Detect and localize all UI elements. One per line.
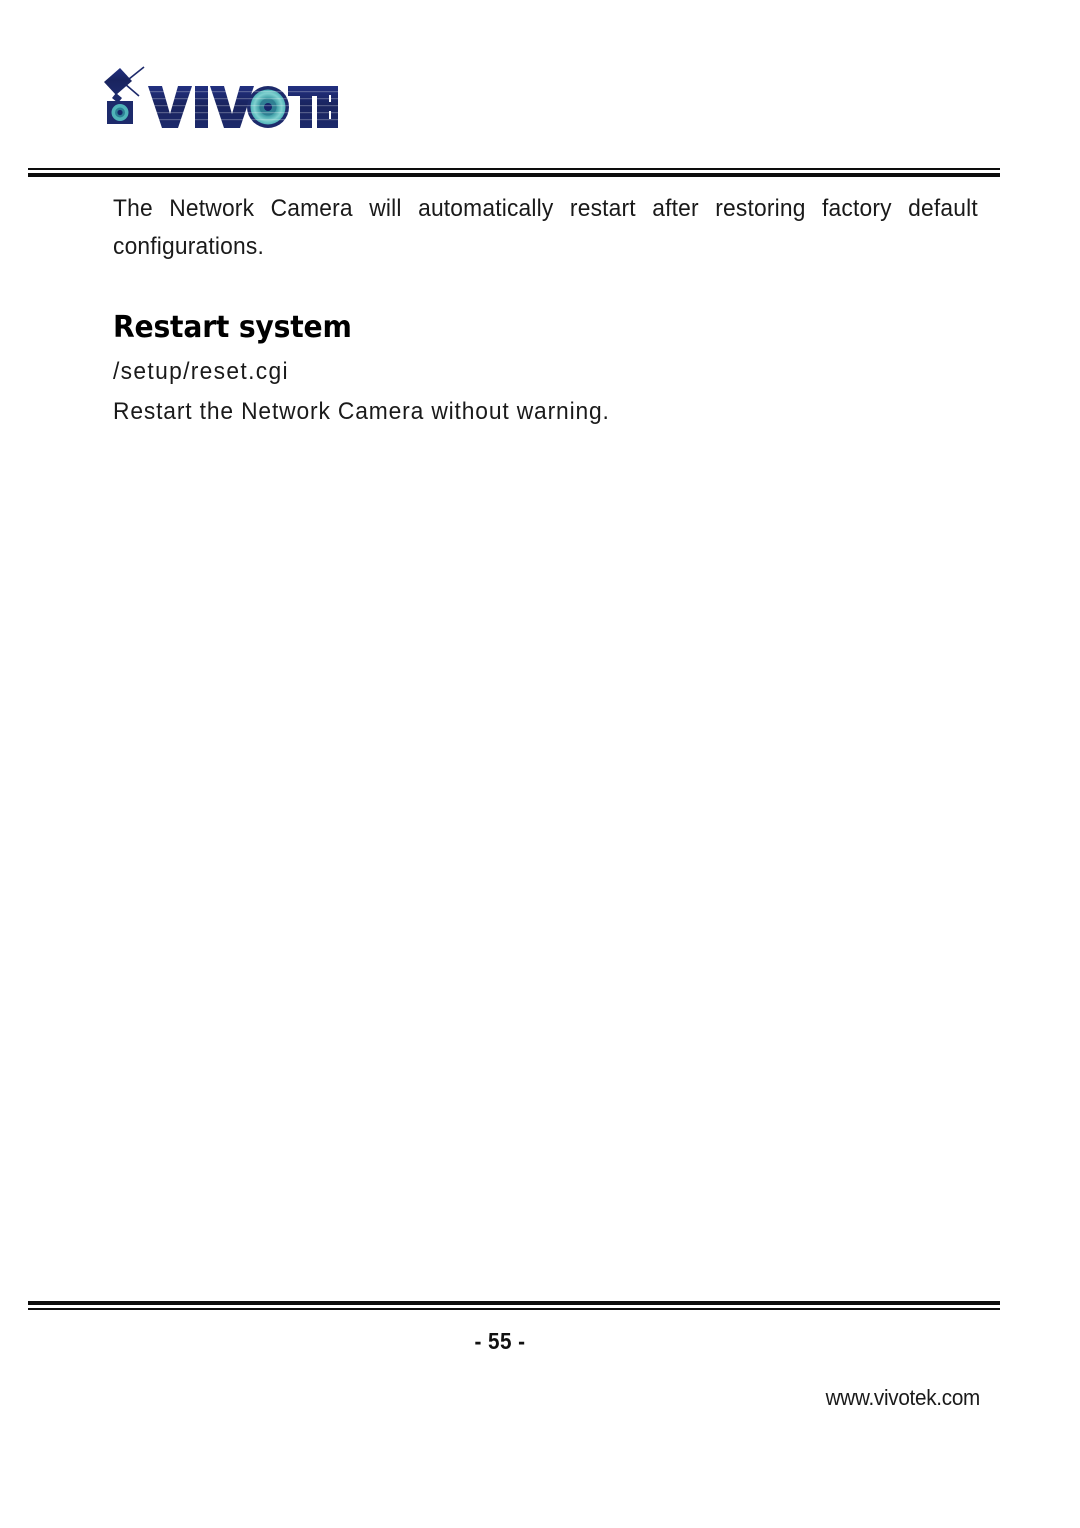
intro-paragraph: The Network Camera will automatically re… — [113, 195, 978, 260]
cgi-reference-block: /setup/reset.cgi Restart the Network Cam… — [113, 355, 973, 429]
footer-rule-thick-line — [28, 1301, 1000, 1305]
cgi-path-text: /setup/reset.cgi — [113, 358, 289, 385]
page-number: - 55 - — [474, 1328, 526, 1354]
camera-icon-group — [104, 66, 145, 124]
header-divider-rule — [28, 168, 1000, 177]
page-content: The Network Camera will automatically re… — [113, 190, 978, 266]
footer-website-url: www.vivotek.com — [825, 1385, 981, 1410]
document-page: The Network Camera will automatically re… — [0, 0, 1080, 1528]
header-rule-thick-line — [28, 173, 1000, 177]
vivotek-wordmark — [148, 86, 338, 128]
footer-rule-thin-line — [28, 1308, 1000, 1310]
footer-divider-rule — [28, 1301, 1000, 1310]
page-header — [0, 0, 1080, 190]
section-heading-restart-system: Restart system — [113, 309, 352, 345]
cgi-description-text: Restart the Network Camera without warni… — [113, 398, 610, 425]
vivotek-logo — [98, 62, 338, 134]
header-rule-thin-line — [28, 168, 1000, 170]
